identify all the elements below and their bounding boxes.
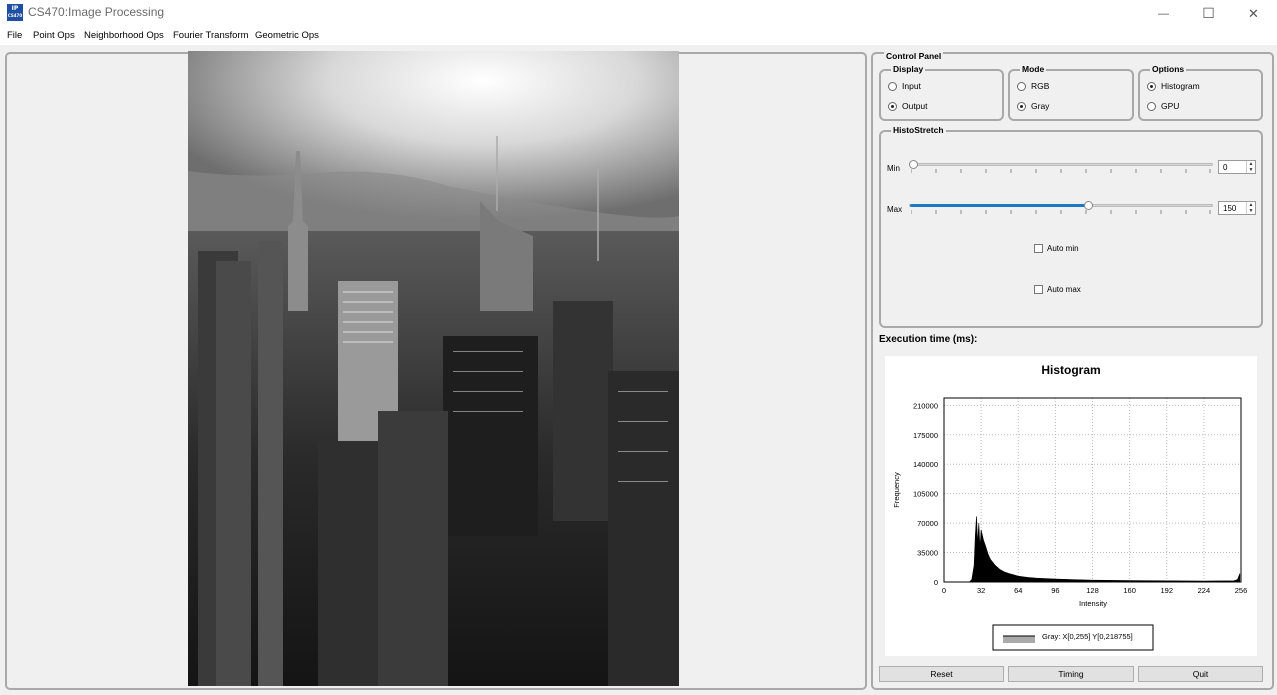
y-axis-label: Frequency xyxy=(892,472,901,508)
y-tick-label: 0 xyxy=(934,578,938,587)
y-tick-label: 70000 xyxy=(917,519,938,528)
x-tick-label: 64 xyxy=(1014,586,1022,595)
x-axis-ticks: 0 32 64 96 128 160 192 224 256 xyxy=(942,586,1247,595)
radio-indicator xyxy=(1017,81,1026,91)
mode-group: Mode RGB Gray xyxy=(1008,64,1134,121)
x-tick-label: 256 xyxy=(1235,586,1248,595)
maximize-icon: ☐ xyxy=(1202,5,1215,21)
x-tick-label: 0 xyxy=(942,586,946,595)
max-slider-ticks xyxy=(911,210,1211,214)
legend-swatch xyxy=(1003,636,1035,643)
auto-min-checkbox[interactable]: Auto min xyxy=(1034,244,1079,253)
min-spinbox[interactable]: 0 ▲ ▼ xyxy=(1218,160,1256,174)
y-tick-label: 140000 xyxy=(913,460,938,469)
max-slider[interactable] xyxy=(909,201,1213,210)
app-icon-text-top: IP xyxy=(11,5,19,12)
app-icon: IP CS470 xyxy=(7,4,23,21)
min-slider-ticks xyxy=(911,169,1211,173)
legend-label: Gray: X[0,255] Y[0,218755] xyxy=(1042,632,1133,641)
y-tick-label: 105000 xyxy=(913,490,938,499)
menu-bar: File Point Ops Neighborhood Ops Fourier … xyxy=(0,27,1277,45)
max-spinbox[interactable]: 150 ▲ ▼ xyxy=(1218,201,1256,215)
output-image xyxy=(188,51,679,686)
display-group: Display Input Output xyxy=(879,64,1004,121)
radio-label: Histogram xyxy=(1161,81,1200,91)
radio-label: RGB xyxy=(1031,81,1050,91)
minimize-icon: — xyxy=(1158,7,1169,20)
chart-legend: Gray: X[0,255] Y[0,218755] xyxy=(992,624,1154,651)
x-tick-label: 32 xyxy=(977,586,985,595)
max-slider-fill xyxy=(910,204,1089,207)
histogram-series xyxy=(944,516,1241,583)
radio-display-input[interactable]: Input xyxy=(888,81,921,91)
x-tick-label: 192 xyxy=(1160,586,1173,595)
checkbox-indicator xyxy=(1034,285,1043,294)
chart-grid xyxy=(943,398,1242,583)
histogram-chart: Histogram 0 35000 70000 105000 140000 175000 2… xyxy=(892,363,1247,651)
radio-display-output[interactable]: Output xyxy=(888,101,928,111)
timing-button[interactable]: Timing xyxy=(1008,666,1134,682)
y-axis-ticks: 0 35000 70000 105000 140000 175000 210000 xyxy=(913,401,938,587)
city-skyline-image xyxy=(188,51,679,686)
radio-label: Input xyxy=(902,81,921,91)
window-title: CS470:Image Processing xyxy=(28,5,165,19)
close-icon: ✕ xyxy=(1248,5,1259,21)
radio-mode-rgb[interactable]: RGB xyxy=(1017,81,1049,91)
execution-time-label: Execution time (ms): xyxy=(879,334,978,345)
radio-mode-gray[interactable]: Gray xyxy=(1017,101,1049,111)
max-spinbox-value: 150 xyxy=(1223,204,1237,213)
radio-indicator xyxy=(1147,101,1156,111)
radio-indicator xyxy=(1017,101,1026,111)
minimize-button[interactable]: — xyxy=(1141,0,1186,27)
auto-max-checkbox[interactable]: Auto max xyxy=(1034,285,1081,294)
quit-button[interactable]: Quit xyxy=(1138,666,1263,682)
x-tick-label: 160 xyxy=(1123,586,1136,595)
mode-group-title: Mode xyxy=(1020,64,1047,74)
y-tick-label: 210000 xyxy=(913,401,938,410)
checkbox-label: Auto max xyxy=(1047,285,1081,294)
menu-geometric-ops[interactable]: Geometric Ops xyxy=(255,30,319,41)
spin-arrows-icon[interactable]: ▲ ▼ xyxy=(1246,161,1255,173)
x-tick-label: 128 xyxy=(1086,586,1099,595)
control-panel-title: Control Panel xyxy=(884,51,944,61)
y-tick-label: 35000 xyxy=(917,549,938,558)
radio-option-histogram[interactable]: Histogram xyxy=(1147,81,1200,91)
y-tick-label: 175000 xyxy=(913,431,938,440)
checkbox-label: Auto min xyxy=(1047,244,1079,253)
radio-label: Output xyxy=(902,101,928,111)
x-tick-label: 96 xyxy=(1051,586,1059,595)
chart-title: Histogram xyxy=(1041,363,1100,377)
max-label: Max xyxy=(887,205,903,214)
title-bar: IP CS470 CS470:Image Processing — ☐ ✕ xyxy=(0,0,1277,27)
close-button[interactable]: ✕ xyxy=(1231,0,1276,27)
min-label: Min xyxy=(887,164,900,173)
radio-label: GPU xyxy=(1161,101,1180,111)
min-slider[interactable] xyxy=(909,160,1213,169)
min-spinbox-value: 0 xyxy=(1223,163,1228,172)
x-axis-label: Intensity xyxy=(1079,599,1107,608)
menu-neighborhood-ops[interactable]: Neighborhood Ops xyxy=(84,30,164,41)
radio-indicator xyxy=(888,81,897,91)
x-tick-label: 224 xyxy=(1198,586,1211,595)
max-slider-handle[interactable] xyxy=(1083,201,1093,210)
radio-option-gpu[interactable]: GPU xyxy=(1147,101,1179,111)
options-group: Options Histogram GPU xyxy=(1138,64,1263,121)
histostretch-group: HistoStretch Min 0 ▲ ▼ Max 150 ▲ ▼ Auto mi… xyxy=(879,125,1263,328)
menu-fourier-transform[interactable]: Fourier Transform xyxy=(173,30,249,41)
maximize-button[interactable]: ☐ xyxy=(1186,0,1231,27)
histogram-panel: Histogram 0 35000 70000 105000 140000 175000 2… xyxy=(885,356,1257,656)
histostretch-group-title: HistoStretch xyxy=(891,125,946,135)
app-icon-text-bottom: CS470 xyxy=(7,13,23,18)
menu-file[interactable]: File xyxy=(7,30,22,41)
spin-arrows-icon[interactable]: ▲ ▼ xyxy=(1246,202,1255,214)
radio-indicator xyxy=(1147,81,1156,91)
display-group-title: Display xyxy=(891,64,926,74)
menu-point-ops[interactable]: Point Ops xyxy=(33,30,75,41)
options-group-title: Options xyxy=(1150,64,1187,74)
radio-label: Gray xyxy=(1031,101,1050,111)
reset-button[interactable]: Reset xyxy=(879,666,1004,682)
min-slider-handle[interactable] xyxy=(909,160,918,169)
radio-indicator xyxy=(888,101,897,111)
checkbox-indicator xyxy=(1034,244,1043,253)
